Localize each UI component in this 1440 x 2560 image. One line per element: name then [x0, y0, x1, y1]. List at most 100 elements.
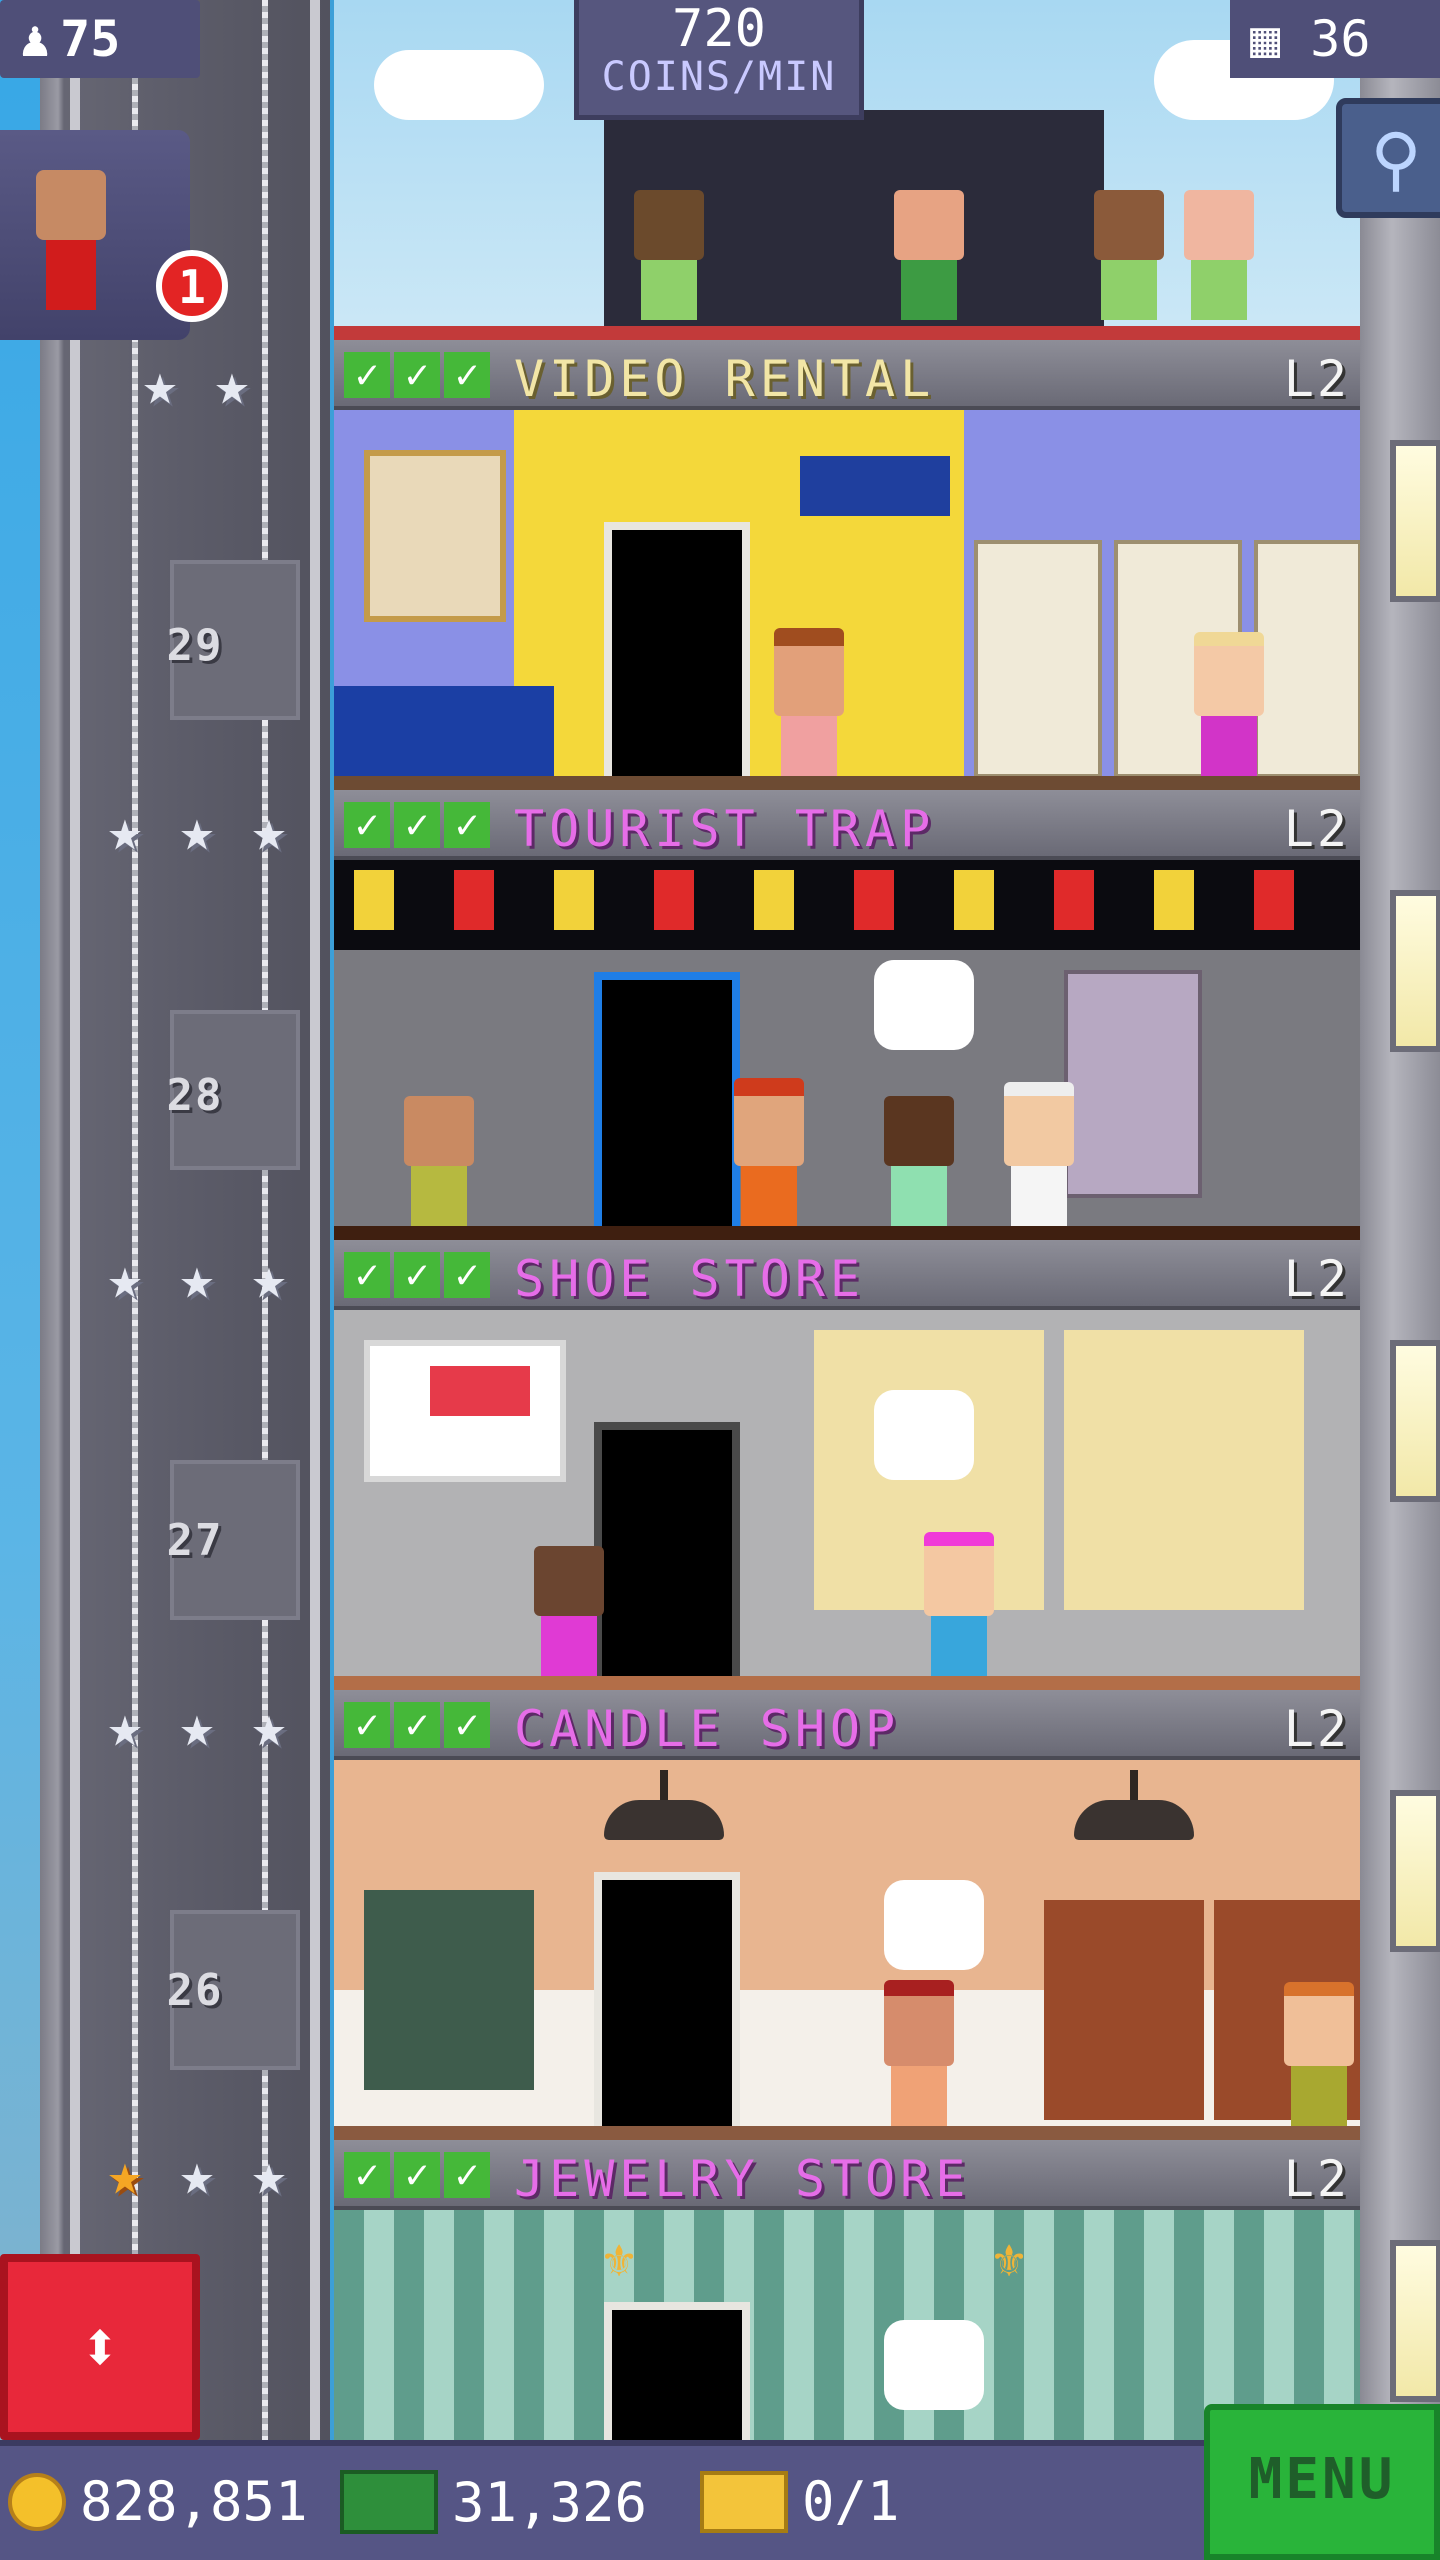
floor-strip [334, 776, 1360, 790]
star-icon: ★ [179, 1692, 215, 1760]
chandelier-icon: ⚜ [994, 2230, 1025, 2288]
thought-bubble[interactable] [884, 1880, 984, 1970]
floor-number-27: 27 [166, 1515, 224, 1566]
floor-number-29: 29 [166, 620, 224, 671]
notification-count-badge: 1 [156, 250, 228, 322]
tower-resident[interactable] [1004, 1082, 1074, 1226]
notification-panel[interactable]: 1 [0, 130, 228, 340]
check-icon: ✓ [344, 352, 390, 398]
floor-header[interactable]: ✓ ✓ ✓ CANDLE SHOP L2 [334, 1690, 1360, 1760]
tower-resident[interactable] [884, 1980, 954, 2126]
video-shelf [974, 540, 1102, 778]
building-icon: ▦ [1250, 10, 1281, 68]
floor-header[interactable]: ✓ ✓ ✓ TOURIST TRAP L2 [334, 790, 1360, 860]
shoe-wall [1064, 1330, 1304, 1610]
tower-resident[interactable] [884, 1096, 954, 1226]
stock-checks: ✓ ✓ ✓ [344, 2152, 490, 2198]
star-icon: ★ [107, 796, 143, 864]
door [594, 1422, 740, 1680]
floor-number-28: 28 [166, 1070, 224, 1121]
elevator-button[interactable]: ⬍ [0, 2254, 200, 2440]
door [604, 2302, 750, 2440]
floor-jewelry-store[interactable]: ✓ ✓ ✓ JEWELRY STORE L2 ⚜ ⚜ [334, 2140, 1360, 2440]
star-icon: ★ [179, 2140, 215, 2208]
tower-bux-display[interactable]: 31,326 [340, 2470, 647, 2534]
check-icon: ✓ [344, 2152, 390, 2198]
window [1390, 2240, 1440, 2402]
tower-resident[interactable] [1184, 190, 1254, 320]
check-icon: ✓ [344, 1702, 390, 1748]
door [594, 972, 740, 1230]
floor-number-26: 26 [166, 1965, 224, 2016]
star-icon: ★ [179, 1244, 215, 1312]
souvenir-display [354, 870, 1344, 930]
floor-name: VIDEO RENTAL [514, 350, 936, 408]
door [604, 522, 750, 780]
gold-star-icon: ★ [107, 2140, 143, 2208]
tower-resident[interactable] [894, 190, 964, 320]
tower-resident[interactable] [734, 1078, 804, 1226]
star-icon: ★ [251, 796, 287, 864]
floor-shoe-store[interactable]: ✓ ✓ ✓ SHOE STORE L2 [334, 1240, 1360, 1690]
tower-resident[interactable] [924, 1532, 994, 1676]
floor-stars: ★ ★ [130, 354, 262, 414]
magnifier-icon: ⚲ [1370, 118, 1422, 200]
tower-resident[interactable] [1094, 190, 1164, 320]
shaft-rail [310, 0, 320, 2440]
coins-per-min-value: 720 [672, 0, 766, 59]
up-down-arrows-icon: ⬍ [78, 2306, 122, 2388]
floors-badge[interactable]: ▦ 36 [1230, 0, 1440, 78]
shoe-poster [364, 1340, 566, 1482]
population-badge[interactable]: ♟ 75 [0, 0, 200, 78]
check-icon: ✓ [394, 1702, 440, 1748]
poster [364, 450, 506, 622]
floor-header[interactable]: ✓ ✓ ✓ JEWELRY STORE L2 [334, 2140, 1360, 2210]
window [1390, 890, 1440, 1052]
coins-display[interactable]: 828,851 [8, 2470, 308, 2533]
floor-name: TOURIST TRAP [514, 800, 936, 858]
star-icon: ★ [251, 2140, 287, 2208]
shaft-rail [70, 0, 80, 2440]
tower-resident[interactable] [1284, 1982, 1354, 2126]
tower-resident[interactable] [774, 628, 844, 776]
building-exterior [1360, 0, 1440, 2440]
vip-value: 0/1 [802, 2470, 900, 2533]
tower-resident[interactable] [1194, 632, 1264, 776]
thought-bubble[interactable] [884, 2320, 984, 2410]
floor-strip [334, 1676, 1360, 1690]
room-interior [334, 860, 1360, 1240]
room-interior [334, 1310, 1360, 1690]
tower-resident[interactable] [634, 190, 704, 320]
thought-bubble[interactable] [874, 1390, 974, 1480]
door [594, 1872, 740, 2130]
floor-stars: ★ ★ ★ [95, 2144, 299, 2204]
check-icon: ✓ [344, 1252, 390, 1298]
candle-shelf [364, 1890, 534, 2090]
floor-header[interactable]: ✓ ✓ ✓ VIDEO RENTAL L2 [334, 340, 1360, 410]
tower-resident[interactable] [534, 1546, 604, 1676]
menu-button[interactable]: MENU [1204, 2404, 1440, 2560]
floor-level: L2 [1283, 350, 1350, 408]
floor-header[interactable]: ✓ ✓ ✓ SHOE STORE L2 [334, 1240, 1360, 1310]
elevator-cable [262, 0, 268, 2440]
floor-candle-shop[interactable]: ✓ ✓ ✓ CANDLE SHOP L2 [334, 1690, 1360, 2140]
floor-strip [334, 1226, 1360, 1240]
ticket-sign [794, 450, 956, 522]
window [1390, 1790, 1440, 1952]
floor-strip [334, 2126, 1360, 2140]
floor-tourist-trap[interactable]: ✓ ✓ ✓ TOURIST TRAP L2 [334, 790, 1360, 1240]
tower-resident[interactable] [404, 1096, 474, 1226]
video-shelf [1254, 540, 1360, 778]
floor-stars: ★ ★ ★ [95, 1696, 299, 1756]
vip-display[interactable]: 0/1 [700, 2470, 900, 2533]
candle-cabinet [1044, 1900, 1204, 2120]
thought-bubble[interactable] [874, 960, 974, 1050]
stock-checks: ✓ ✓ ✓ [344, 1252, 490, 1298]
avatar-body [46, 240, 96, 310]
floor-video-rental[interactable]: ✓ ✓ ✓ VIDEO RENTAL L2 [334, 340, 1360, 790]
search-button[interactable]: ⚲ [1336, 98, 1440, 218]
check-icon: ✓ [394, 352, 440, 398]
star-icon: ★ [107, 1244, 143, 1312]
floor-stars: ★ ★ ★ [95, 800, 299, 860]
ceiling-lamp [1074, 1770, 1194, 1840]
